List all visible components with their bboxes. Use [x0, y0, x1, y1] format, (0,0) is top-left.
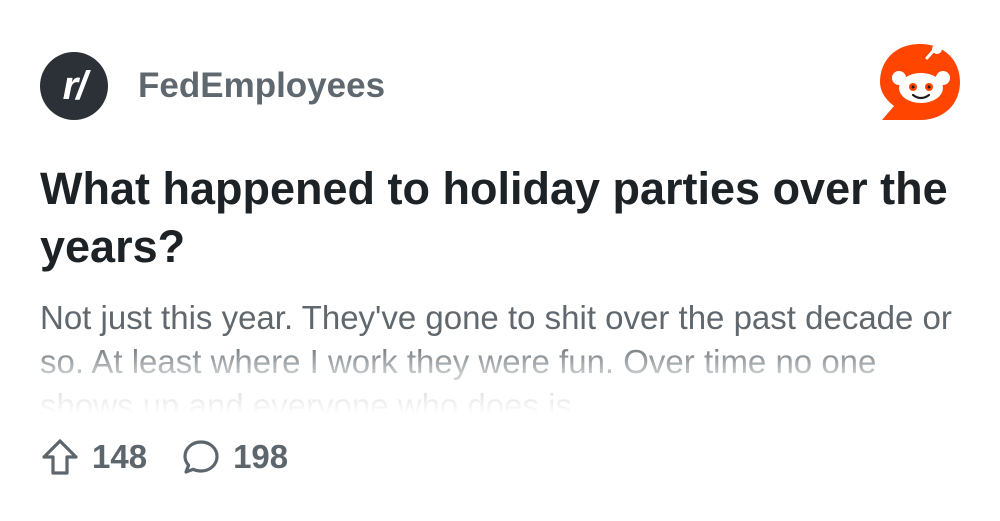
subreddit-badge-label: r/ [62, 63, 88, 108]
post-body-text: Not just this year. They've gone to shit… [40, 299, 952, 414]
post-header: r/ FedEmployees [40, 52, 385, 120]
subreddit-avatar[interactable]: r/ [40, 52, 108, 120]
subreddit-name[interactable]: FedEmployees [138, 66, 385, 106]
comment-bubble-icon [183, 440, 219, 474]
upvote-count: 148 [92, 438, 148, 475]
upvote-arrow-icon [42, 439, 78, 475]
upvote-button[interactable]: 148 [40, 437, 147, 477]
post-card[interactable]: r/ FedEmployees What happened to holiday… [0, 0, 1000, 521]
post-body[interactable]: Not just this year. They've gone to shit… [40, 296, 975, 414]
comment-count: 198 [233, 438, 289, 475]
post-actions: 148 198 [40, 432, 288, 482]
reddit-snoo-icon[interactable] [876, 36, 964, 128]
post-title[interactable]: What happened to holiday parties over th… [40, 160, 975, 276]
comments-button[interactable]: 198 [181, 437, 288, 477]
